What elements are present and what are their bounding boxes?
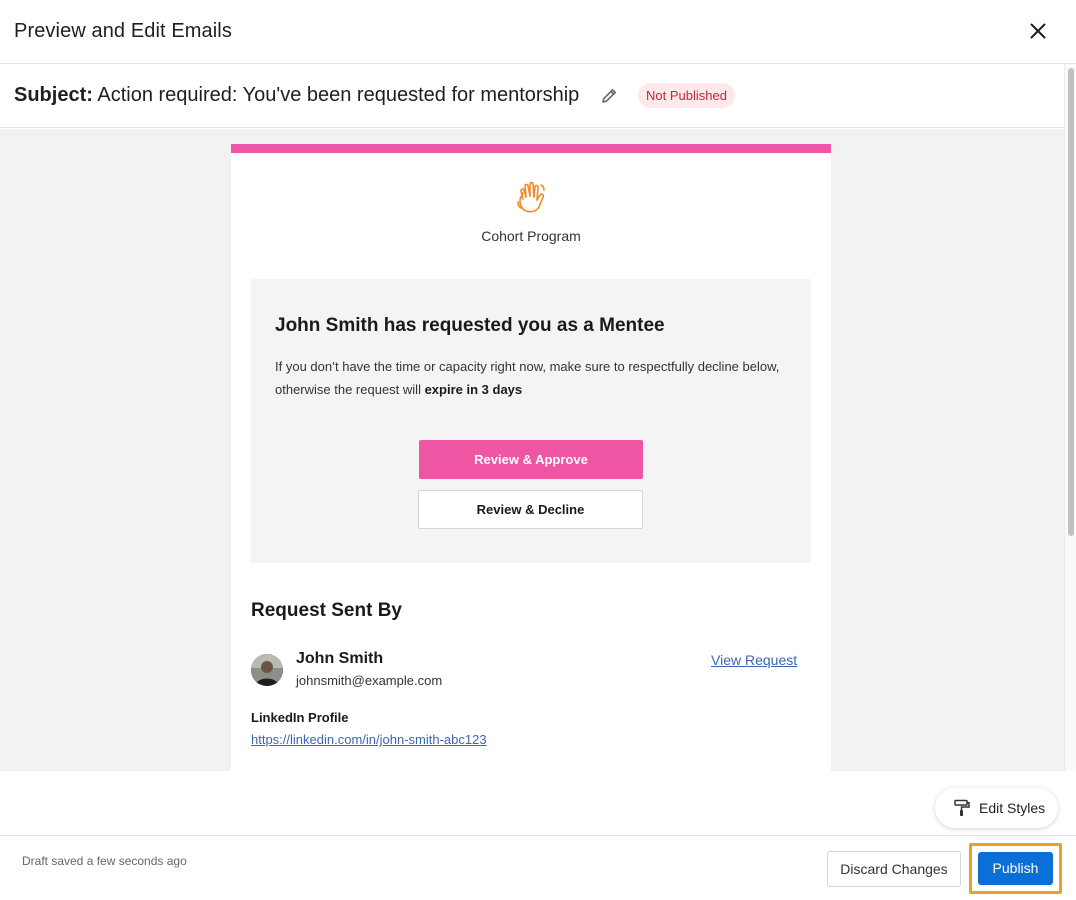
preview-scrollbar[interactable] [1064,64,1076,771]
edit-styles-button[interactable]: Edit Styles [935,788,1058,828]
dialog-footer: Draft saved a few seconds ago Discard Ch… [0,835,1076,900]
waving-hand-icon [517,181,545,213]
email-preview-area: Cohort Program John Smith has requested … [0,129,1064,771]
request-expiry: expire in 3 days [424,382,523,397]
sender-name: John Smith [296,650,384,667]
request-body: If you don’t have the time or capacity r… [275,355,795,401]
email-body: Cohort Program John Smith has requested … [231,144,831,771]
email-accent-bar [231,144,831,153]
close-icon[interactable] [1026,19,1050,43]
linkedin-link[interactable]: https://linkedin.com/in/john-smith-abc12… [251,732,487,747]
subject-text: Action required: You've been requested f… [97,84,580,106]
subject-line: Subject: Action required: You've been re… [14,84,579,107]
pencil-icon[interactable] [597,84,621,108]
request-card: John Smith has requested you as a Mentee… [251,279,811,563]
program-name: Cohort Program [481,228,581,244]
discard-changes-button[interactable]: Discard Changes [827,851,961,887]
publish-highlight: Publish [969,843,1062,894]
dialog-header: Preview and Edit Emails [0,0,1076,64]
status-badge: Not Published [638,83,735,108]
scrollbar-thumb[interactable] [1068,68,1074,536]
avatar-image [251,654,283,686]
request-heading: John Smith has requested you as a Mentee [275,315,665,336]
publish-button[interactable]: Publish [978,852,1053,885]
edit-styles-label: Edit Styles [979,800,1046,816]
review-approve-button[interactable]: Review & Approve [419,440,643,479]
view-request-link[interactable]: View Request [711,652,797,668]
subject-bar: Subject: Action required: You've been re… [0,64,1064,128]
review-decline-button[interactable]: Review & Decline [418,490,643,529]
sender-email: johnsmith@example.com [296,673,443,688]
request-sent-by-heading: Request Sent By [251,600,402,621]
request-body-text: If you don’t have the time or capacity r… [275,359,780,397]
linkedin-label: LinkedIn Profile [251,710,349,725]
dialog-title: Preview and Edit Emails [14,20,232,42]
paint-roller-icon [954,799,970,816]
subject-prefix: Subject: [14,84,93,106]
draft-status: Draft saved a few seconds ago [22,854,187,868]
avatar [251,654,283,686]
